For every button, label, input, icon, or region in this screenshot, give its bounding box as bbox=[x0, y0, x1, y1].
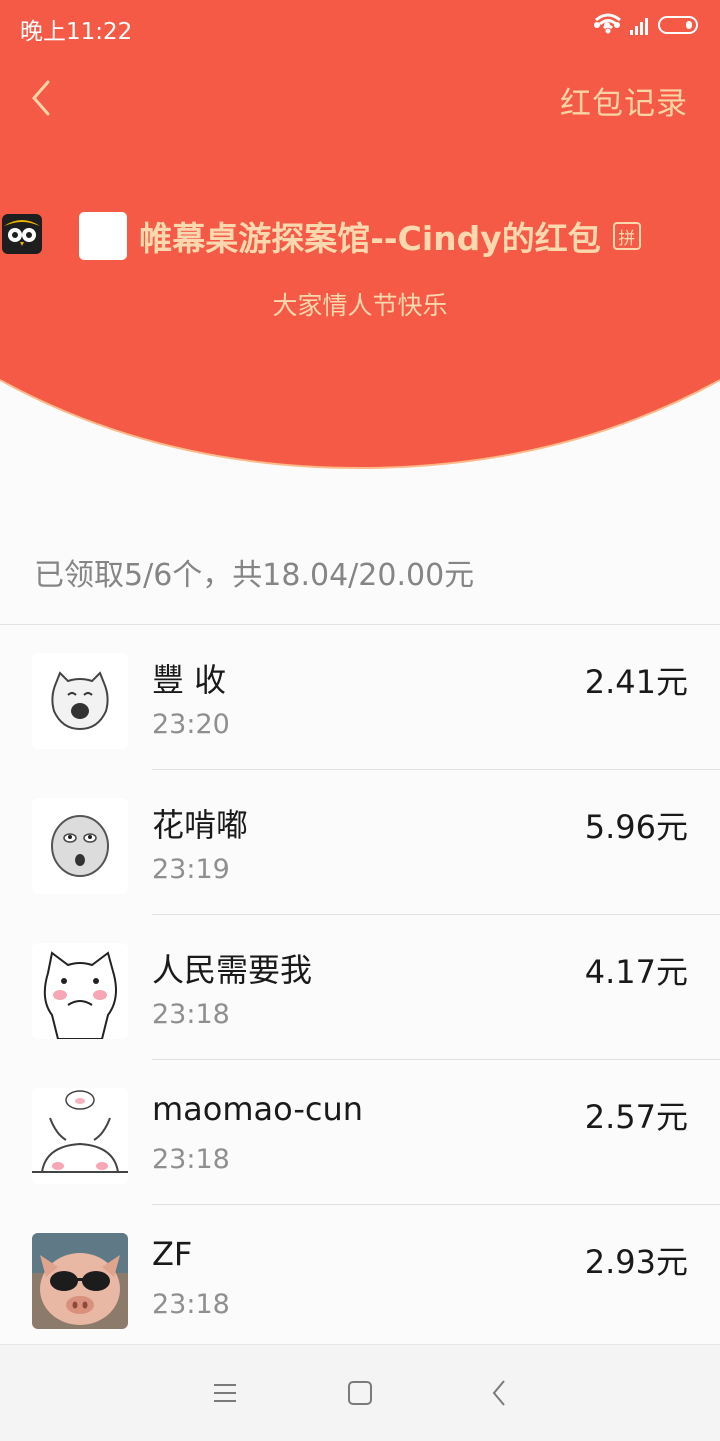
record-time: 23:18 bbox=[152, 1289, 230, 1320]
chevron-left-icon bbox=[32, 80, 50, 116]
red-envelope-header: 晚上11:22 红包记录 帷幕桌游探案馆--Cindy的红包 拼 大家情人节快乐 bbox=[0, 0, 720, 470]
nav-back-button[interactable] bbox=[482, 1375, 518, 1411]
cartoon-cat-icon bbox=[32, 943, 128, 1039]
home-square-icon bbox=[348, 1381, 372, 1405]
list-item[interactable]: ZF 23:18 2.93元 bbox=[0, 1205, 720, 1350]
envelope-greeting: 大家情人节快乐 bbox=[272, 291, 448, 320]
record-amount: 2.93元 bbox=[584, 1243, 688, 1281]
wifi-icon bbox=[595, 13, 621, 34]
record-amount: 2.57元 bbox=[584, 1098, 688, 1136]
status-time: 晚上11:22 bbox=[20, 19, 133, 45]
record-name: maomao-cun bbox=[152, 1090, 364, 1128]
record-name: ZF bbox=[152, 1235, 193, 1273]
records-link[interactable]: 红包记录 bbox=[560, 78, 688, 123]
back-arrow-icon bbox=[492, 1380, 505, 1406]
record-time: 23:19 bbox=[152, 854, 230, 885]
laughing-face-icon bbox=[32, 653, 128, 749]
claim-summary: 已领取5/6个，共18.04/20.00元 bbox=[34, 558, 475, 593]
record-time: 23:18 bbox=[152, 1144, 230, 1175]
list-item[interactable]: maomao-cun 23:18 2.57元 bbox=[0, 1060, 720, 1205]
record-amount: 2.41元 bbox=[584, 663, 688, 701]
signal-icon bbox=[630, 15, 648, 35]
battery-icon bbox=[658, 16, 698, 34]
envelope-title-row: 帷幕桌游探案馆--Cindy的红包 拼 bbox=[0, 212, 720, 260]
record-name: 花啃嘟 bbox=[152, 806, 249, 844]
record-amount: 5.96元 bbox=[584, 808, 688, 846]
record-name: 人民需要我 bbox=[152, 951, 313, 989]
cartoon-rabbit-icon bbox=[32, 1088, 128, 1184]
pig-sunglasses-photo bbox=[32, 1233, 128, 1329]
menu-button[interactable] bbox=[207, 1375, 243, 1411]
pin-badge: 拼 bbox=[612, 222, 641, 250]
record-time: 23:18 bbox=[152, 999, 230, 1030]
surprised-face-icon bbox=[32, 798, 128, 894]
home-button[interactable] bbox=[342, 1375, 378, 1411]
menu-icon bbox=[214, 1384, 236, 1402]
list-item[interactable]: 豐 收 23:20 2.41元 bbox=[0, 625, 720, 770]
claim-list: 豐 收 23:20 2.41元 花啃嘟 23:19 5.96元 人民需要我 23… bbox=[0, 625, 720, 1350]
envelope-title: 帷幕桌游探案馆--Cindy的红包 bbox=[139, 219, 601, 258]
back-button[interactable] bbox=[26, 76, 70, 120]
record-name: 豐 收 bbox=[152, 661, 227, 699]
list-item[interactable]: 人民需要我 23:18 4.17元 bbox=[0, 915, 720, 1060]
record-time: 23:20 bbox=[152, 709, 230, 740]
list-item[interactable]: 花啃嘟 23:19 5.96元 bbox=[0, 770, 720, 915]
status-bar: 晚上11:22 bbox=[0, 0, 720, 52]
system-navigation-bar bbox=[0, 1344, 720, 1441]
record-amount: 4.17元 bbox=[584, 953, 688, 991]
owl-logo-icon bbox=[2, 212, 128, 260]
